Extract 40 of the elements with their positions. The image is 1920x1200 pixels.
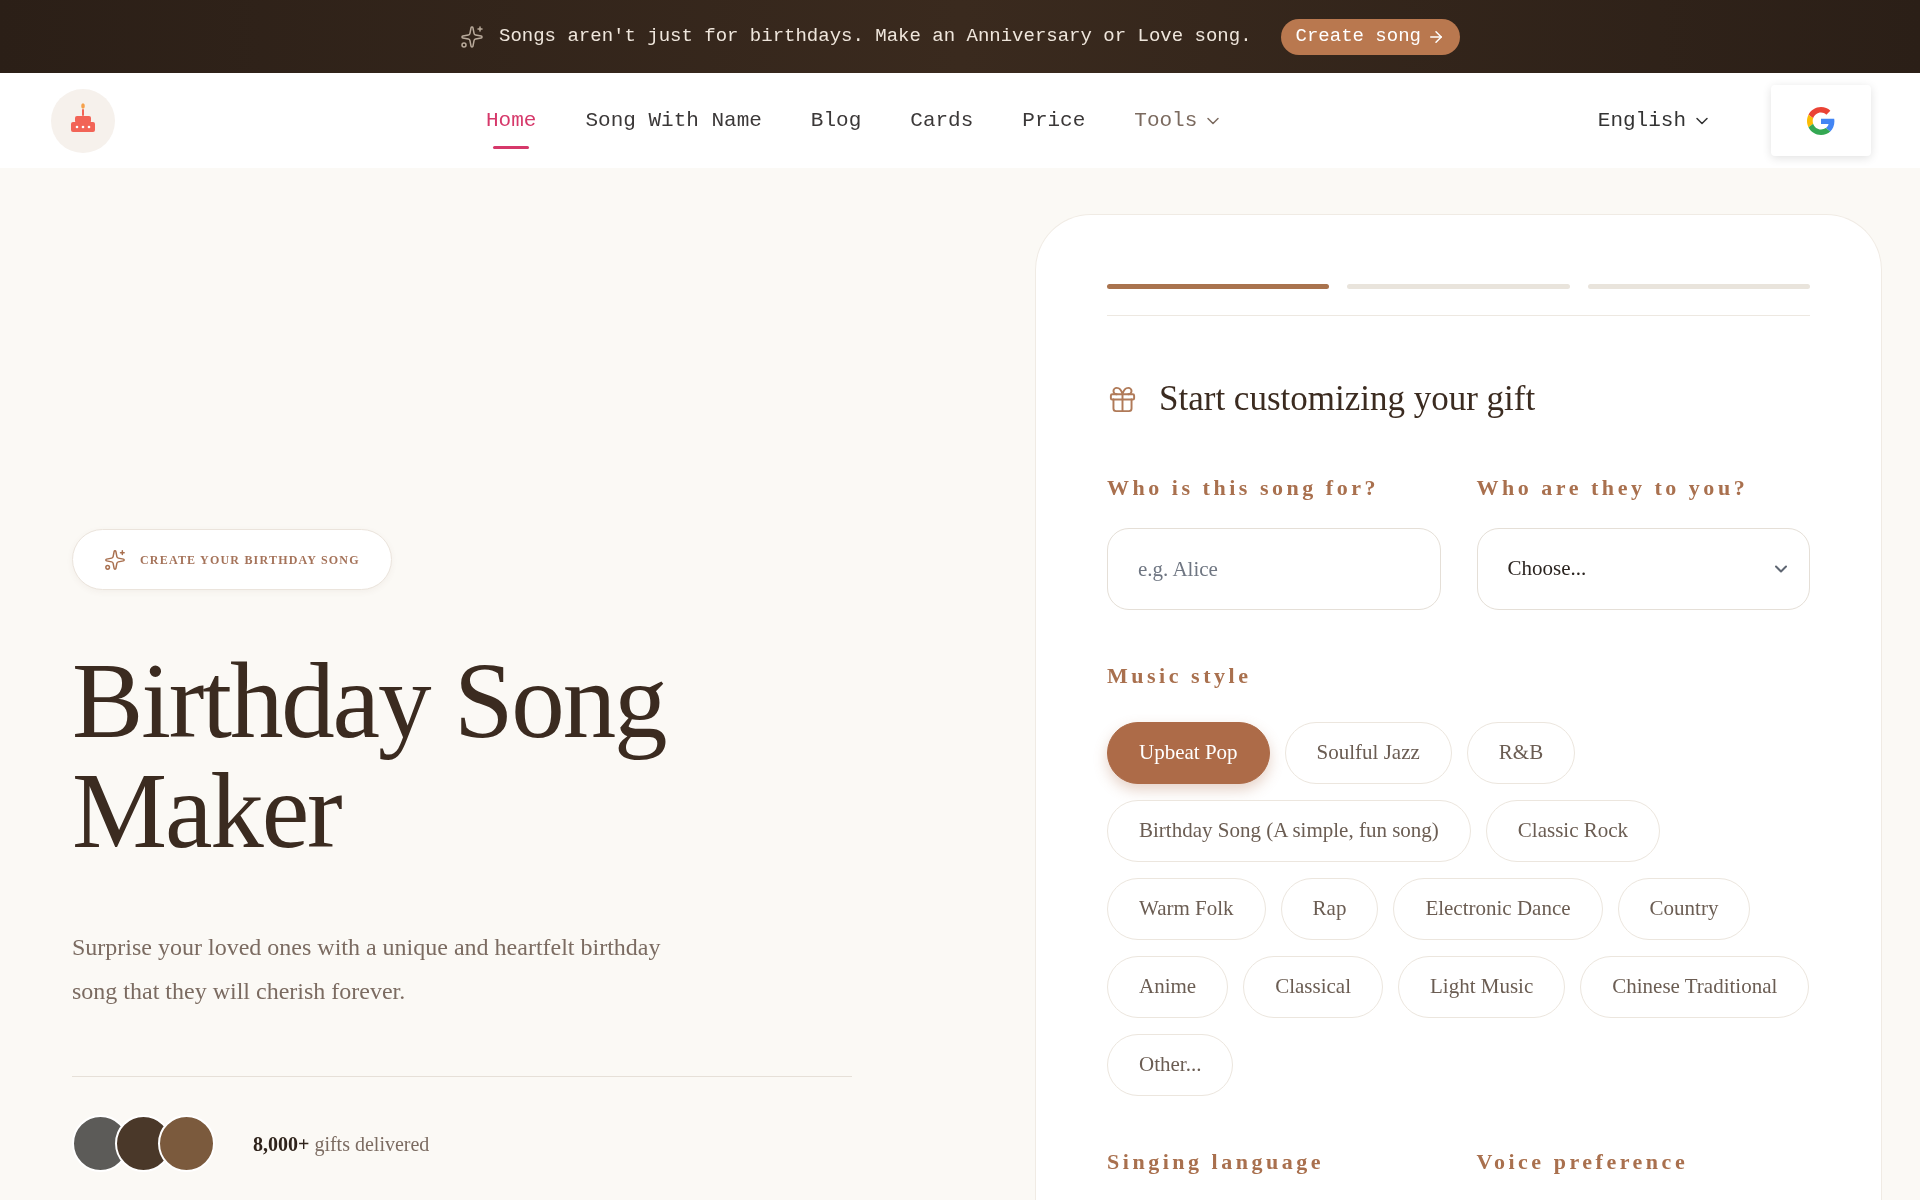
- field-label: Voice preference: [1476, 1149, 1689, 1174]
- page-title: Birthday Song Maker: [72, 646, 667, 866]
- relationship-select[interactable]: Choose...: [1476, 528, 1810, 610]
- music-style-chip[interactable]: Rap: [1280, 878, 1379, 940]
- field-label: Singing language: [1107, 1149, 1325, 1174]
- hero-description: Surprise your loved ones with a unique and heartfelt birthday song that they will cherish forever.: [72, 933, 662, 1006]
- music-style-chip[interactable]: Classical: [1243, 956, 1383, 1018]
- gifts-delivered-text: 8,000+ gifts delivered: [253, 1131, 430, 1158]
- nav-link[interactable]: Song With Name: [585, 92, 762, 149]
- field-label: Who is this song for?: [1107, 475, 1380, 501]
- nav-link[interactable]: Cards: [910, 92, 974, 149]
- g-logo-icon: [1807, 106, 1835, 135]
- name-input[interactable]: e.g. Alice: [1107, 528, 1441, 610]
- google-sign-in-button[interactable]: [1771, 85, 1871, 156]
- music-style-chip[interactable]: Warm Folk: [1107, 878, 1266, 940]
- nav-link[interactable]: Home: [486, 92, 537, 149]
- music-style-chip[interactable]: Classic Rock: [1485, 800, 1661, 862]
- music-style-chip[interactable]: Anime: [1107, 956, 1229, 1018]
- music-style-chip[interactable]: Electronic Dance: [1393, 878, 1603, 940]
- music-style-chip[interactable]: Light Music: [1398, 956, 1566, 1018]
- music-style-chip[interactable]: Birthday Song (A simple, fun song): [1107, 800, 1471, 862]
- create-song-button[interactable]: Create song: [1280, 18, 1460, 55]
- nav-link[interactable]: Blog: [810, 92, 862, 149]
- music-style-chip[interactable]: R&B: [1466, 722, 1576, 784]
- sparkles-icon: [104, 548, 126, 571]
- announcement-text: Songs aren't just for birthdays. Make an Anniversary or Love song.: [499, 24, 1252, 50]
- field-label: Music style: [1107, 663, 1252, 688]
- nav-link[interactable]: Price: [1022, 92, 1086, 149]
- field-label: Who are they to you?: [1476, 475, 1750, 501]
- music-style-chip[interactable]: Upbeat Pop: [1107, 722, 1270, 784]
- language-dropdown[interactable]: English: [1597, 104, 1712, 137]
- music-style-chip[interactable]: Chinese Traditional: [1580, 956, 1810, 1018]
- tagline-text: CREATE YOUR BIRTHDAY SONG: [140, 551, 360, 569]
- nav-link[interactable]: Tools: [1134, 92, 1224, 149]
- music-style-chip[interactable]: Soulful Jazz: [1284, 722, 1452, 784]
- sparkles-icon: [460, 24, 484, 49]
- music-style-chip[interactable]: Country: [1617, 878, 1751, 940]
- music-style-chip[interactable]: Other...: [1107, 1034, 1234, 1096]
- cake-logo-icon[interactable]: [51, 88, 115, 153]
- form-heading: Start customizing your gift: [1159, 378, 1536, 420]
